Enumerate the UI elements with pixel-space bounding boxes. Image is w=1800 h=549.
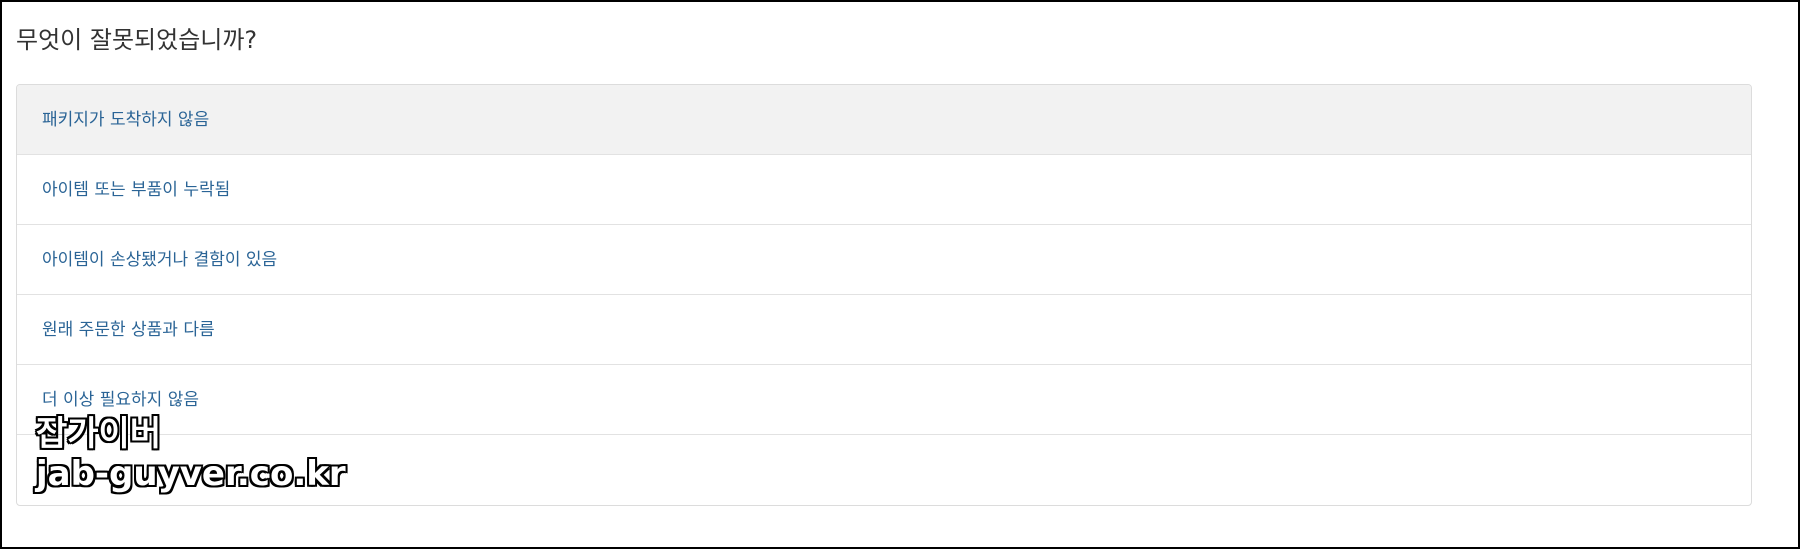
option-different-item[interactable]: 원래 주문한 상품과 다름: [17, 295, 1751, 365]
option-no-longer-needed[interactable]: 더 이상 필요하지 않음: [17, 365, 1751, 435]
option-label: 패키지가 도착하지 않음: [42, 110, 210, 130]
option-label: 아이템이 손상됐거나 결함이 있음: [42, 250, 278, 270]
screenshot-frame: 무엇이 잘못되었습니까? 패키지가 도착하지 않음 아이템 또는 부품이 누락됨…: [0, 0, 1800, 549]
question-heading: 무엇이 잘못되었습니까?: [16, 26, 258, 54]
option-damaged-defective[interactable]: 아이템이 손상됐거나 결함이 있음: [17, 225, 1751, 295]
option-missing-parts[interactable]: 아이템 또는 부품이 누락됨: [17, 155, 1751, 225]
option-label: 더 이상 필요하지 않음: [42, 390, 199, 410]
issue-option-list: 패키지가 도착하지 않음 아이템 또는 부품이 누락됨 아이템이 손상됐거나 결…: [16, 84, 1752, 506]
option-label: 원래 주문한 상품과 다름: [42, 320, 215, 340]
option-label: 아이템 또는 부품이 누락됨: [42, 180, 231, 200]
option-package-not-arrived[interactable]: 패키지가 도착하지 않음: [17, 85, 1751, 155]
option-other[interactable]: [17, 435, 1751, 505]
